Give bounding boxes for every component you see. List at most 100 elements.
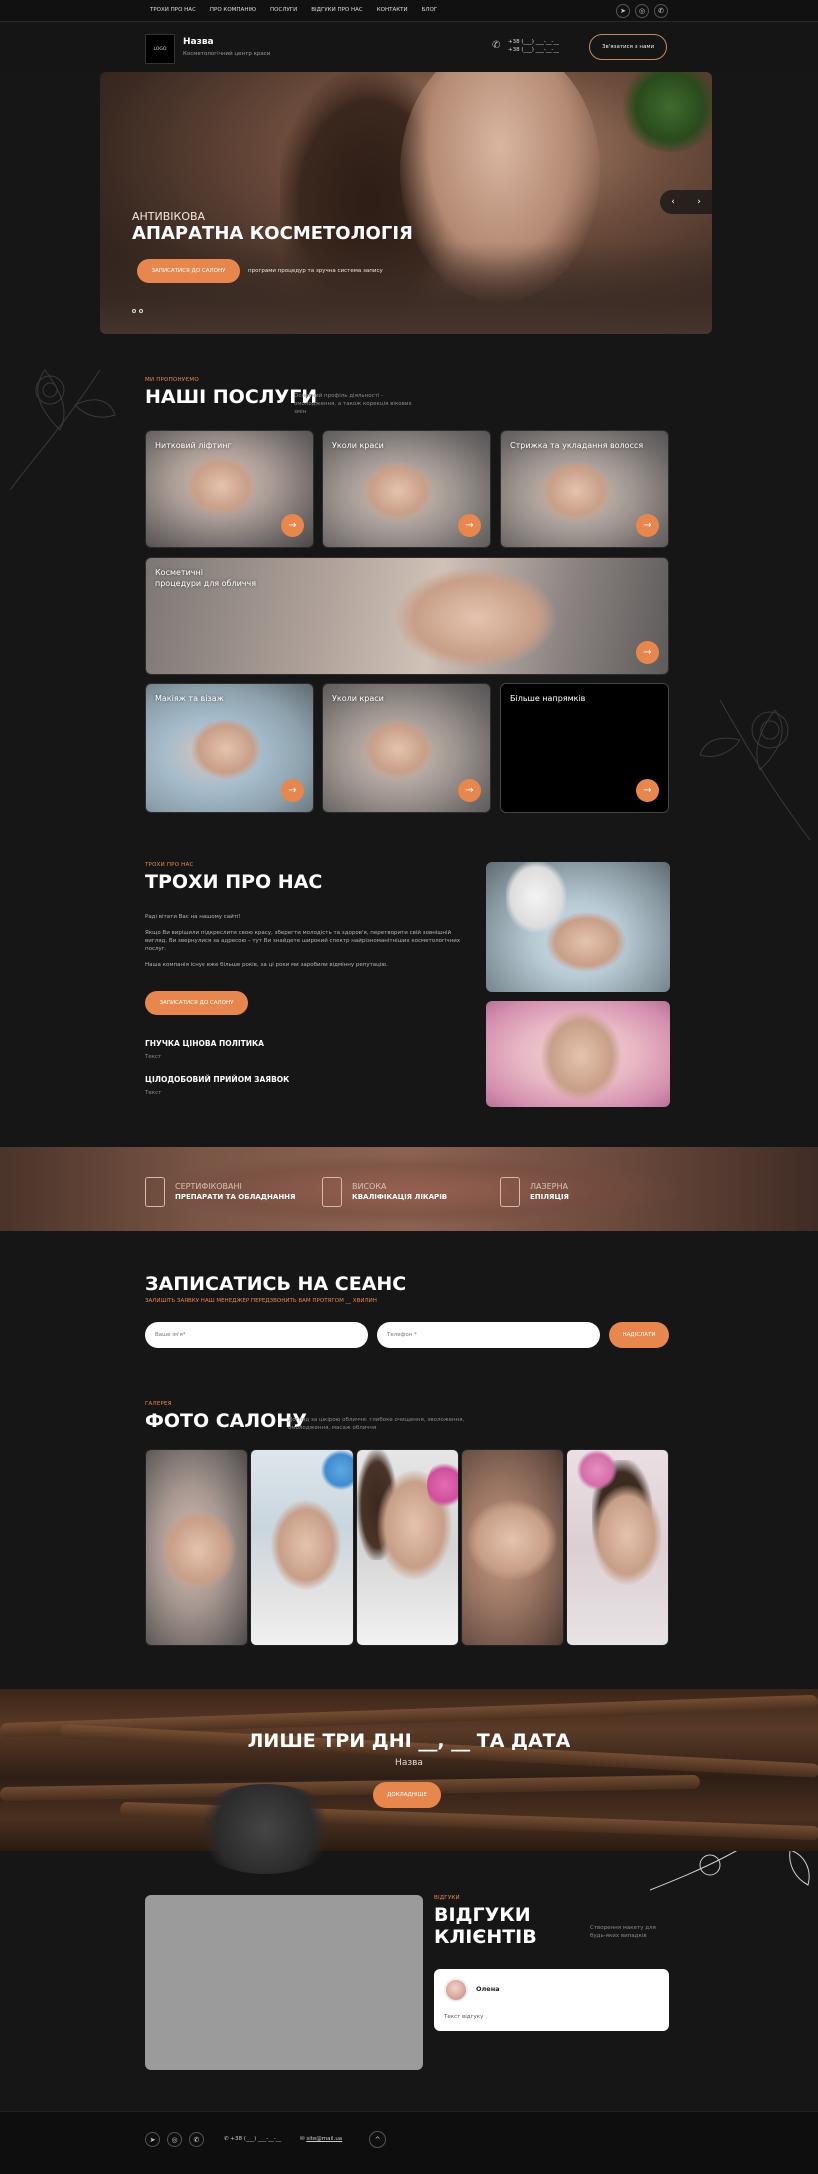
services-kicker: МИ ПРОПОНУЄМО: [145, 377, 199, 383]
top-nav: ТРОХИ ПРО НАС ПРО КОМПАНІЮ ПОСЛУГИ ВІДГУ…: [150, 7, 437, 13]
contact-button[interactable]: Зв'язатися з нами: [589, 34, 667, 60]
nav-item-services[interactable]: ПОСЛУГИ: [270, 7, 297, 13]
service-card-label: Більше напрямків: [510, 694, 586, 703]
laser-icon: [500, 1177, 520, 1207]
promo-subtitle: Назва: [395, 1758, 423, 1768]
certificate-icon: [145, 1177, 165, 1207]
about-photo-coat: [506, 862, 566, 932]
gallery-photo[interactable]: [145, 1449, 248, 1646]
whatsapp-icon[interactable]: ✆: [654, 4, 668, 18]
gallery-photo[interactable]: [461, 1449, 564, 1646]
service-card-beauty-injections-2[interactable]: Уколи краси →: [322, 683, 491, 813]
about-photo-treatment: [486, 862, 670, 992]
slider-dot[interactable]: [132, 309, 136, 313]
logo[interactable]: LOGO: [145, 34, 175, 64]
gallery-photo-face: [467, 1500, 557, 1580]
slider-dot[interactable]: [139, 309, 143, 313]
gallery-photo[interactable]: [250, 1449, 354, 1646]
phone-number[interactable]: +38 (___) ___-__-__: [508, 46, 559, 54]
arrow-right-icon[interactable]: →: [636, 514, 659, 537]
booking-title: ЗАПИСАТИСЬ НА СЕАНС: [145, 1273, 407, 1295]
scroll-up-icon[interactable]: ^: [369, 2131, 386, 2148]
gallery-photo[interactable]: [566, 1449, 669, 1646]
service-card-label: Стрижка та укладання волосся: [510, 441, 644, 450]
promo-title: ЛИШЕ ТРИ ДНІ __, __ ТА ДАТА: [247, 1730, 571, 1752]
chevron-right-icon[interactable]: ›: [697, 197, 701, 207]
feature-text: Текст: [145, 1090, 162, 1096]
reviews-title-line: ВІДГУКИ: [434, 1904, 531, 1926]
top-socials: ➤ ◎ ✆: [616, 4, 668, 18]
feature-text: Текст: [145, 1054, 162, 1060]
nav-item-contacts[interactable]: КОНТАКТИ: [377, 7, 408, 13]
service-card-label: Уколи краси: [332, 694, 384, 703]
gallery-kicker: ГАЛЕРЕЯ: [145, 1401, 172, 1407]
arrow-right-icon[interactable]: →: [458, 779, 481, 802]
service-card-thread-lifting[interactable]: Нитковий ліфтинг →: [145, 430, 314, 548]
instagram-icon[interactable]: ◎: [635, 4, 649, 18]
gallery-subtitle: Догляд за шкірою обличчя: глибоке очищен…: [288, 1417, 465, 1431]
about-signup-button[interactable]: ЗАПИСАТИСЯ ДО САЛОНУ: [145, 991, 248, 1015]
about-photo-face: [541, 1011, 621, 1101]
name-input[interactable]: Ваше ім'я*: [145, 1322, 368, 1348]
promo-photo-stone: [190, 1784, 340, 1874]
phone-icon: ✆: [492, 40, 501, 51]
service-card-beauty-injections[interactable]: Уколи краси →: [322, 430, 491, 548]
arrow-right-icon[interactable]: →: [281, 514, 304, 537]
whatsapp-icon[interactable]: ✆: [189, 2132, 204, 2147]
gallery-photo-glove: [427, 1460, 458, 1510]
telegram-icon[interactable]: ➤: [145, 2132, 160, 2147]
nav-item-about[interactable]: ТРОХИ ПРО НАС: [150, 7, 196, 13]
service-card-makeup[interactable]: Макіяж та візаж →: [145, 683, 314, 813]
arrow-right-icon[interactable]: →: [458, 514, 481, 537]
slider-dots: [132, 309, 143, 313]
hero-photo-towel: [100, 242, 712, 334]
stat-top: ЛАЗЕРНА: [530, 1182, 568, 1191]
nav-item-blog[interactable]: БЛОГ: [422, 7, 438, 13]
brand-name: Назва: [183, 37, 214, 47]
promo-banner: [0, 1689, 818, 1874]
services-subtitle: Основний профіль діяльності - омолодженн…: [294, 393, 412, 415]
stat-bottom: КВАЛІФІКАЦІЯ ЛІКАРІВ: [352, 1193, 448, 1201]
arrow-right-icon[interactable]: →: [281, 779, 304, 802]
footer-email[interactable]: ✉ site@mail.ua: [300, 2136, 342, 2142]
stat-bottom: ЕПІЛЯЦІЯ: [530, 1193, 569, 1201]
phone-input[interactable]: Телефон *: [377, 1322, 600, 1348]
reviews-kicker: ВІДГУКИ: [434, 1895, 460, 1901]
hero-note: програми процедур та зручна система запи…: [248, 268, 383, 274]
about-paragraph: Наша компанія існує вже більше років, за…: [145, 962, 388, 968]
chevron-left-icon[interactable]: ‹: [671, 197, 675, 207]
gallery-photo-face: [271, 1500, 341, 1590]
nav-item-reviews[interactable]: ВІДГУКИ ПРО НАС: [311, 7, 362, 13]
service-card-face-procedures[interactable]: Косметичні процедури для обличчя →: [145, 557, 669, 675]
booking-subtitle: ЗАЛИШІТЬ ЗАЯВКУ НАШ МЕНЕДЖЕР ПЕРЕДЗВОНИТ…: [145, 1298, 377, 1304]
about-kicker: ТРОХИ ПРО НАС: [145, 862, 194, 868]
arrow-right-icon[interactable]: →: [636, 779, 659, 802]
telegram-icon[interactable]: ➤: [616, 4, 630, 18]
gallery-photo-glove: [321, 1450, 353, 1490]
footer-phone[interactable]: ✆ +38 (___) ___-__-__: [224, 2136, 281, 2142]
promo-details-button[interactable]: ДОКЛАДНІШЕ: [373, 1782, 441, 1808]
service-card-haircut[interactable]: Стрижка та укладання волосся →: [500, 430, 669, 548]
service-card-label: Уколи краси: [332, 441, 384, 450]
reviewer-name: Олена: [476, 1985, 500, 1993]
service-photo-face: [541, 461, 611, 521]
service-photo-face: [186, 456, 256, 516]
hero-kicker: АНТИВІКОВА: [132, 210, 206, 223]
gallery-photo-face: [592, 1485, 662, 1585]
service-card-more[interactable]: Більше напрямків →: [500, 683, 669, 813]
gallery-photo[interactable]: [356, 1449, 459, 1646]
instagram-icon[interactable]: ◎: [167, 2132, 182, 2147]
avatar: [444, 1978, 468, 2002]
gallery-photo-face: [161, 1510, 236, 1590]
reviews-title: ВІДГУКИ КЛІЄНТІВ: [434, 1904, 537, 1948]
stat-top: ВИСОКА: [352, 1182, 387, 1191]
submit-button[interactable]: НАДІСЛАТИ: [609, 1322, 669, 1348]
slider-arrows: ‹ ›: [660, 190, 712, 214]
reviews-image-placeholder: [145, 1895, 423, 2070]
phone-number[interactable]: +38 (___) ___-__-__: [508, 38, 559, 46]
hero-signup-button[interactable]: ЗАПИСАТИСЯ ДО САЛОНУ: [137, 259, 240, 283]
nav-item-company[interactable]: ПРО КОМПАНІЮ: [210, 7, 256, 13]
about-photo-face-care: [486, 1001, 670, 1107]
service-photo-face: [396, 568, 556, 668]
arrow-right-icon[interactable]: →: [636, 641, 659, 664]
